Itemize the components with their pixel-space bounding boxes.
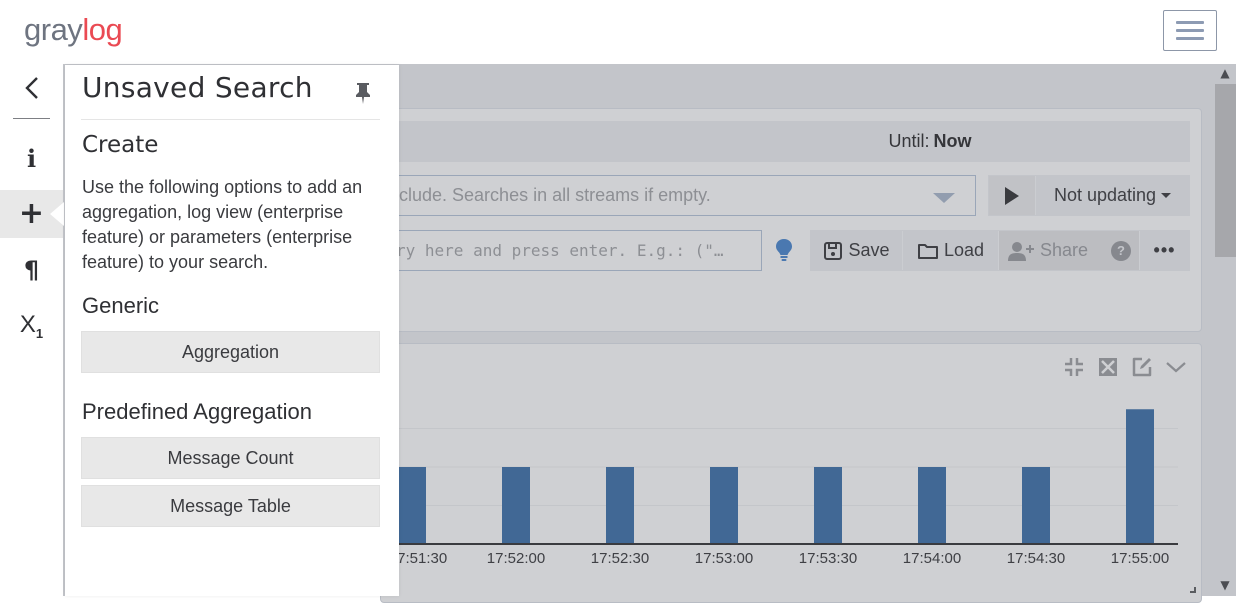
subscript-icon: X1 <box>19 311 44 341</box>
hamburger-icon <box>1176 21 1204 24</box>
x-tick-label: 17:55:00 <box>1111 550 1169 567</box>
aggregation-button[interactable]: Aggregation <box>81 331 380 373</box>
section-heading-generic: Generic <box>82 293 160 318</box>
ellipsis-icon: ••• <box>1153 240 1176 260</box>
caret-down-icon[interactable] <box>933 193 955 203</box>
refresh-controls: Not updating <box>988 175 1190 216</box>
sidebar-collapse-button[interactable] <box>0 64 63 112</box>
thumbtack-icon[interactable] <box>353 81 373 105</box>
x-tick-label: 17:53:00 <box>695 550 753 567</box>
paragraph-icon: ¶ <box>23 256 40 284</box>
streams-placeholder: clude. Searches in all streams if empty. <box>399 185 711 205</box>
refresh-interval-dropdown[interactable]: Not updating <box>1036 176 1189 215</box>
x-tick-label: 17:54:00 <box>903 550 961 567</box>
x-tick-label: 17:52:30 <box>591 550 649 567</box>
folder-icon <box>917 243 938 259</box>
until-label: Until: <box>888 131 930 151</box>
sidebar-item-parameters[interactable]: X1 <box>0 302 63 350</box>
x-tick-label: 17:52:00 <box>487 550 545 567</box>
x-tick-label: 17:53:30 <box>799 550 857 567</box>
share-button[interactable]: Share ? <box>999 231 1140 270</box>
drawer-title: Unsaved Search <box>82 71 313 104</box>
section-heading-create: Create <box>82 132 159 158</box>
x-tick-label: 17:54:30 <box>1007 550 1065 567</box>
scroll-down-icon[interactable]: ▼ <box>1216 578 1234 594</box>
chart-bar <box>398 467 426 544</box>
chart-bar <box>1126 409 1154 544</box>
expand-icon[interactable] <box>1096 355 1120 379</box>
compress-icon[interactable] <box>1062 355 1086 379</box>
widget-resize-handle[interactable] <box>1190 587 1196 593</box>
sidebar-rail: i + ¶ X1 <box>0 64 64 596</box>
help-icon[interactable]: ? <box>1111 240 1132 261</box>
top-navbar: graylog <box>0 0 1236 64</box>
load-button[interactable]: Load <box>903 231 999 270</box>
sidebar-item-create[interactable]: + <box>0 190 64 238</box>
scroll-up-icon[interactable]: ▲ <box>1216 66 1234 82</box>
sidebar-item-highlighting[interactable]: ¶ <box>0 246 63 294</box>
start-refresh-button[interactable] <box>989 176 1036 215</box>
drawer-divider <box>81 119 380 120</box>
chart-bar <box>606 467 634 544</box>
until-value: Now <box>933 131 972 151</box>
sidebar-divider <box>13 118 50 119</box>
chevron-left-icon <box>24 77 38 99</box>
plus-icon: + <box>18 196 45 231</box>
edit-icon[interactable] <box>1130 355 1154 379</box>
play-icon <box>1005 186 1019 205</box>
create-drawer: Unsaved Search Create Use the following … <box>65 65 399 596</box>
widget-actions <box>1062 355 1188 379</box>
message-count-button[interactable]: Message Count <box>81 437 380 479</box>
chart-bar <box>1022 467 1050 544</box>
message-table-button[interactable]: Message Table <box>81 485 380 527</box>
scrollbar-thumb[interactable] <box>1215 84 1236 257</box>
floppy-disk-icon <box>824 241 843 260</box>
section-heading-predefined: Predefined Aggregation <box>82 399 312 424</box>
sidebar-item-info[interactable]: i <box>0 134 63 182</box>
streams-select[interactable]: clude. Searches in all streams if empty. <box>380 175 976 216</box>
more-actions-button[interactable]: ••• <box>1140 231 1189 270</box>
chevron-down-icon[interactable] <box>1164 355 1188 379</box>
graylog-logo[interactable]: graylog <box>24 12 123 48</box>
chart-bar <box>502 467 530 544</box>
message-count-chart: 17:51:30 17:52:00 17:52:30 17:53:00 17:53:30… <box>380 409 1178 567</box>
save-button[interactable]: Save <box>811 231 903 270</box>
create-description: Use the following options to add an aggr… <box>82 177 363 272</box>
chart-bar <box>814 467 842 544</box>
time-range-display[interactable]: Until: Now <box>380 121 1190 162</box>
caret-down-icon <box>1161 193 1172 198</box>
chart-bar <box>918 467 946 544</box>
lightbulb-icon[interactable] <box>775 238 793 262</box>
query-placeholder: ry here and press enter. E.g.: ("… <box>396 241 724 260</box>
search-actions: Save Load Share ? ••• <box>810 230 1190 271</box>
query-input[interactable]: ry here and press enter. E.g.: ("… <box>380 230 762 271</box>
hamburger-menu-button[interactable] <box>1163 10 1217 51</box>
info-icon: i <box>26 143 37 173</box>
user-plus-icon <box>1007 241 1034 261</box>
chart-bar <box>710 467 738 544</box>
